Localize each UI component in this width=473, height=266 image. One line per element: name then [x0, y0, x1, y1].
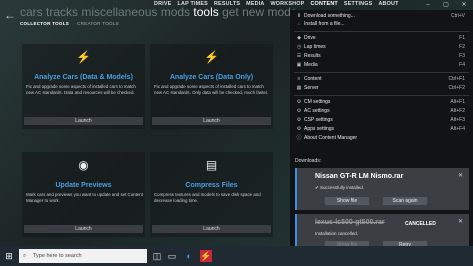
- tool-card-update-previews: ◉ Update Previews Mark cars and previews…: [22, 152, 145, 237]
- menu-item-content[interactable]: ≡ Content Ctrl+F1: [290, 76, 473, 83]
- content-icon: ≡: [297, 76, 301, 82]
- card-title: Compress Files: [185, 182, 238, 189]
- subtab-creator-tools[interactable]: CREATOR TOOLS: [77, 21, 119, 26]
- launch-button[interactable]: Launch: [152, 225, 271, 233]
- tab-get-new-mods[interactable]: get new mods: [219, 5, 297, 19]
- launch-button[interactable]: Launch: [24, 225, 143, 233]
- notification-title: lexus-lc500-gt500.rar: [315, 219, 385, 226]
- download-notification: Nissan GT-R LM Nismo.rar ✔ Successfully …: [295, 168, 469, 210]
- gear-icon: ⚙: [296, 126, 302, 132]
- gear-icon: ⚙: [296, 117, 302, 123]
- info-icon: ⓘ: [296, 135, 302, 141]
- section-tabs: cars tracks miscellaneous mods tools get…: [20, 5, 297, 19]
- menu-item-server[interactable]: ▦ Server Ctrl+F2: [290, 85, 473, 92]
- server-icon: ▦: [296, 85, 302, 91]
- tab-tools[interactable]: tools: [193, 5, 218, 19]
- edge-browser-icon[interactable]: ◐: [183, 250, 195, 262]
- menu-item-install[interactable]: ↓ Install from a file...: [290, 21, 473, 28]
- download-icon: ⬇: [296, 13, 302, 19]
- card-description: Fix and upgrade some aspects of installe…: [26, 84, 136, 95]
- notification-status: ✔ Successfully installed.: [315, 185, 365, 190]
- nav-about[interactable]: ABOUT: [378, 1, 398, 7]
- nav-settings[interactable]: SETTINGS: [344, 1, 373, 7]
- windows-start-icon[interactable]: ⊞: [3, 250, 15, 262]
- downloads-label: Downloads:: [295, 158, 322, 164]
- install-icon: ↓: [297, 21, 301, 27]
- menu-item-download[interactable]: ⬇ Download something... Ctrl+V: [290, 13, 473, 20]
- status-badge: CANCELLED: [405, 221, 436, 227]
- menu-divider: [294, 95, 469, 96]
- file-explorer-icon[interactable]: ▭: [166, 250, 178, 262]
- window-controls: – ▢ ✕: [419, 0, 473, 10]
- search-icon: ⌕: [23, 253, 27, 259]
- sub-tabs: COLLECTOR TOOLS CREATOR TOOLS: [20, 21, 119, 26]
- content-dropdown-menu: ⬇ Download something... Ctrl+V ↓ Install fr…: [290, 10, 473, 246]
- windows-taskbar: ⊞ ⌕ Type here to search ◫ ▭ ◐ ⚡: [0, 246, 473, 266]
- close-icon[interactable]: ✕: [455, 0, 473, 10]
- minimize-icon[interactable]: –: [419, 0, 437, 10]
- tool-card-analyze-cars: ⚡ Analyze Cars (Data & Models) Fix and u…: [22, 44, 145, 129]
- menu-divider: [294, 31, 469, 32]
- tool-card-analyze-data: ⚡ Analyze Cars (Data Only) Fix and upgra…: [150, 44, 273, 129]
- menu-item-csp-settings[interactable]: ⚙ CSP settings Alt+F3: [290, 117, 473, 124]
- menu-item-results[interactable]: ☰ Results F3: [290, 53, 473, 60]
- menu-item-media[interactable]: ▣ Media F4: [290, 62, 473, 69]
- menu-item-drive[interactable]: ◆ Drive F1: [290, 35, 473, 42]
- content-manager-app-icon[interactable]: ⚡: [200, 250, 212, 262]
- card-title: Analyze Cars (Data Only): [169, 74, 254, 81]
- image-icon: ▣: [296, 62, 302, 68]
- task-view-icon[interactable]: ◫: [151, 250, 163, 262]
- maximize-icon[interactable]: ▢: [437, 0, 455, 10]
- gear-icon: ⚙: [296, 99, 302, 105]
- gear-icon: ⚙: [296, 108, 302, 114]
- menu-item-about[interactable]: ⓘ About Content Manager: [290, 135, 473, 142]
- menu-item-apps-settings[interactable]: ⚙ Apps settings Alt+F4: [290, 126, 473, 133]
- menu-divider: [294, 72, 469, 73]
- lightning-icon: ⚡: [204, 50, 219, 64]
- drive-icon: ◆: [297, 35, 301, 41]
- notification-title: Nissan GT-R LM Nismo.rar: [315, 173, 404, 180]
- menu-item-lap-times[interactable]: ◷ Lap times F2: [290, 44, 473, 51]
- card-description: Compress textures and models to save dis…: [154, 192, 261, 203]
- launch-button[interactable]: Launch: [24, 117, 143, 125]
- lightning-icon: ⚡: [76, 50, 91, 64]
- menu-item-cm-settings[interactable]: ⚙ CM settings Alt+F1: [290, 99, 473, 106]
- card-description: Mark cars and previews you want to updat…: [26, 192, 143, 203]
- card-description: Fix and upgrade some aspects of installe…: [154, 84, 269, 95]
- menu-item-ac-settings[interactable]: ⚙ AC settings Alt+F2: [290, 108, 473, 115]
- nav-content[interactable]: CONTENT: [310, 1, 337, 7]
- scan-again-button[interactable]: Scan again: [383, 197, 427, 205]
- back-arrow-icon[interactable]: ←: [4, 8, 16, 22]
- launch-button[interactable]: Launch: [152, 117, 271, 125]
- notification-status: Installation cancelled.: [315, 231, 359, 236]
- list-icon: ☰: [296, 53, 302, 59]
- subtab-collector-tools[interactable]: COLLECTOR TOOLS: [20, 21, 69, 26]
- tabs-left[interactable]: cars tracks miscellaneous mods: [20, 5, 193, 19]
- close-icon[interactable]: ✕: [458, 218, 463, 225]
- close-icon[interactable]: ✕: [458, 172, 463, 179]
- archive-icon: ▤: [205, 158, 218, 172]
- clock-icon: ◷: [296, 44, 302, 50]
- card-title: Update Previews: [55, 182, 112, 189]
- tool-card-compress-files: ▤ Compress Files Compress textures and m…: [150, 152, 273, 237]
- card-title: Analyze Cars (Data & Models): [34, 74, 133, 81]
- show-file-button[interactable]: Show file: [325, 197, 369, 205]
- camera-icon: ◉: [78, 158, 89, 172]
- taskbar-search-input[interactable]: ⌕ Type here to search: [19, 249, 147, 263]
